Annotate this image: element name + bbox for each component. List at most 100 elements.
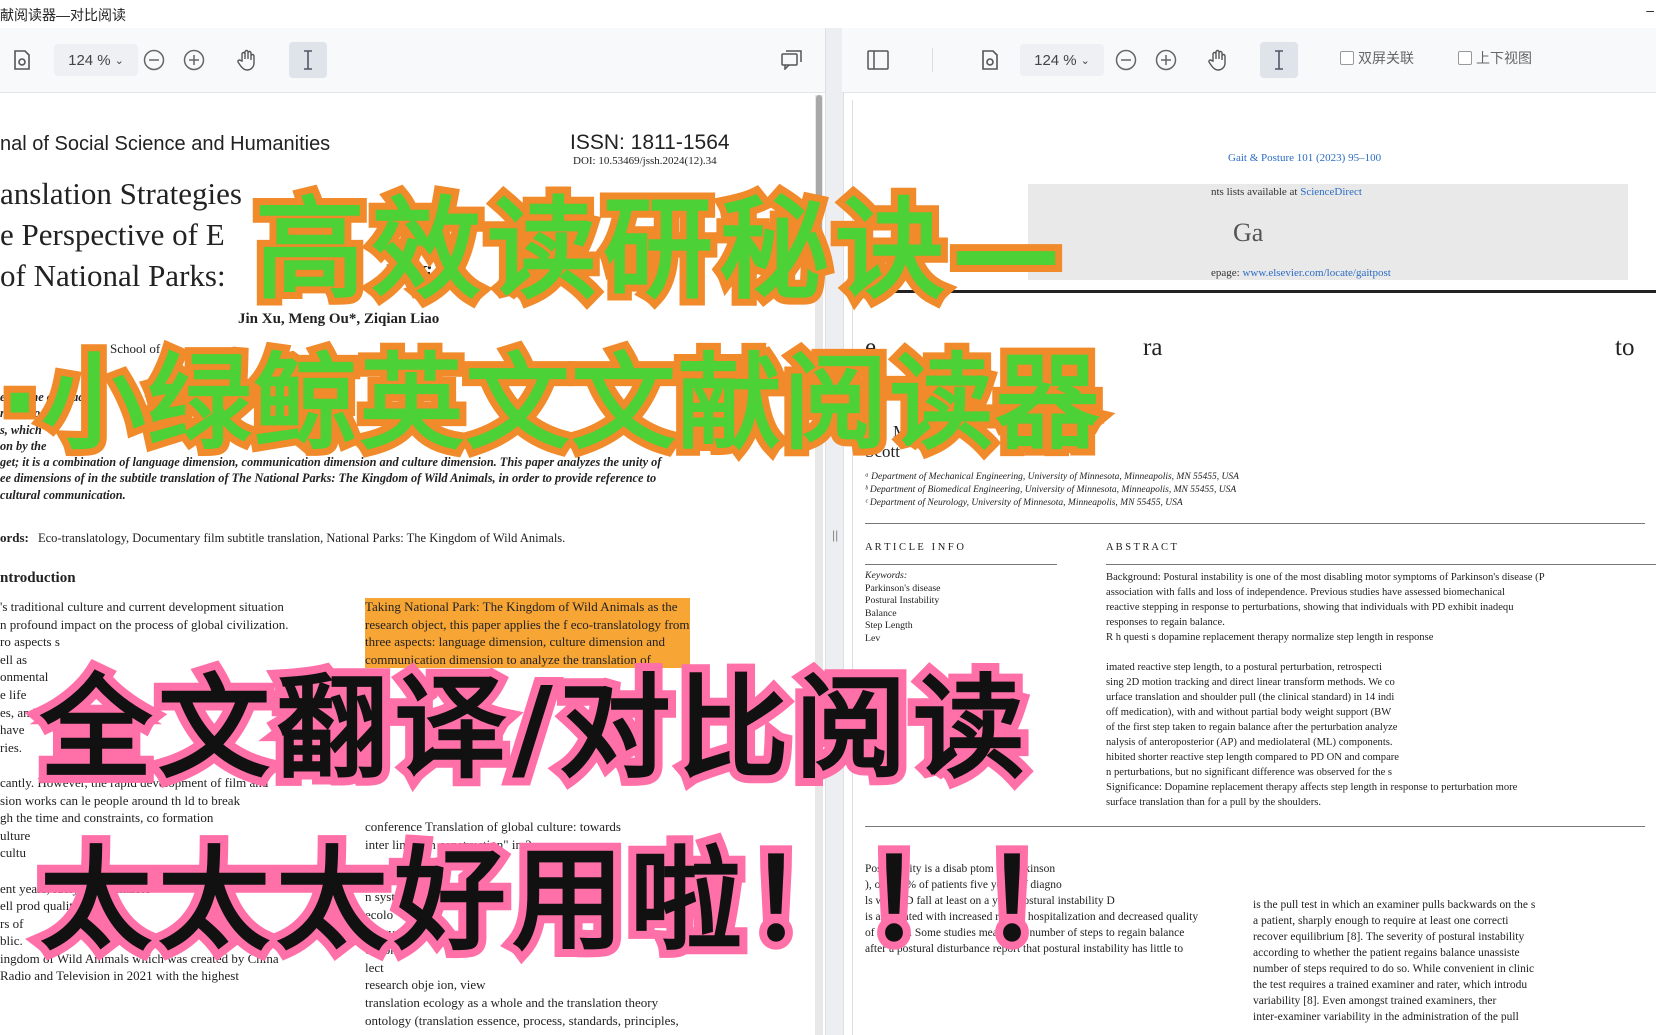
highlighted-line[interactable]: research object, this paper applies the … — [365, 615, 690, 634]
homepage-link[interactable]: www.elsevier.com/locate/gaitpost — [1242, 267, 1390, 279]
hand-tool-icon[interactable] — [231, 44, 263, 76]
page-settings-icon[interactable] — [6, 44, 38, 76]
keywords-list: Keywords: Parkinson's disease Postural I… — [865, 570, 941, 646]
abstract-line — [1106, 645, 1545, 660]
abstract-heading: A B S T R A C T — [1106, 542, 1177, 553]
window-titlebar: 献阅读器—对比阅读 – — [0, 0, 1656, 28]
checkbox-icon — [1458, 51, 1472, 65]
body-column-right: is the pull test in which an examiner pu… — [1253, 897, 1535, 1025]
zoom-in-icon[interactable] — [1150, 44, 1182, 76]
overlay-headline-3: 全文翻译/对比阅读 — [32, 656, 1033, 802]
abstract-rule — [1106, 564, 1656, 565]
abstract-line: n perturbations, but no significant diff… — [1106, 767, 1393, 778]
keyword: Postural Instability — [865, 595, 940, 607]
page-settings-icon[interactable] — [974, 44, 1006, 76]
affiliation-b: ᵇ Department of Biomedical Engineering, … — [865, 485, 1237, 495]
toolbar-separator — [932, 48, 933, 72]
keyword: Balance — [865, 607, 897, 619]
checkbox-icon — [1340, 51, 1354, 65]
abstract-line: nalysis of anteroposterior (AP) and medi… — [1106, 737, 1393, 748]
vertical-view-label: 上下视图 — [1476, 50, 1532, 66]
journal-name: Ga — [1233, 218, 1264, 247]
journal-header-box — [1028, 184, 1628, 280]
text-line: a patient, sharply enough to require at … — [1253, 915, 1509, 927]
zoom-out-icon[interactable] — [1110, 44, 1142, 76]
abstract-line: Background: Postural instability is one … — [1106, 572, 1545, 583]
title-fragment: ra — [1143, 334, 1163, 361]
text-line: according to whether the patient regains… — [1253, 947, 1520, 959]
journal-name: nal of Social Science and Humanities — [0, 133, 331, 155]
text-line: inter-examiner variability in the admini… — [1253, 1011, 1519, 1023]
section-rule — [865, 523, 1645, 524]
paper-title-line3: of National Parks: — [0, 258, 226, 293]
abstract-line: imated reactive step length, to a postur… — [1106, 662, 1382, 673]
homepage-line: epage: www.elsevier.com/locate/gaitpost — [1211, 267, 1391, 279]
highlighted-line[interactable]: Taking National Park: The Kingdom of Wil… — [365, 598, 690, 616]
text-line: recover equilibrium [8]. The severity of… — [1253, 931, 1525, 943]
chevron-down-icon: ⌄ — [114, 54, 124, 67]
right-toolbar: 124 % ⌄ 双屏关联 上下视图 — [842, 28, 1656, 93]
text-line: is the pull test in which an examiner pu… — [1253, 899, 1536, 911]
text-line: research obje ion, view — [365, 977, 486, 993]
abstract-line: hibited shorter reactive step length com… — [1106, 752, 1399, 763]
zoom-value: 124 % — [1034, 51, 1077, 69]
zoom-in-icon[interactable] — [178, 44, 210, 76]
keywords-label: ords: — [0, 530, 29, 545]
text-select-tool-icon[interactable] — [289, 42, 327, 78]
abstract-line: association with falls and loss of indep… — [1106, 587, 1505, 598]
affiliation-c: ᶜ Department of Neurology, University of… — [865, 498, 1183, 508]
journal-reference[interactable]: Gait & Posture 101 (2023) 95–100 — [1228, 152, 1381, 164]
overlay-headline-1: 高效读研秘诀— — [248, 179, 1068, 321]
zoom-select[interactable]: 124 % ⌄ — [1020, 44, 1104, 76]
abstract-line: urface translation and shoulder pull (th… — [1106, 692, 1395, 703]
text-select-tool-icon[interactable] — [1260, 42, 1298, 78]
abstract-line: reactive stepping in response to perturb… — [1106, 602, 1514, 613]
homepage-label: epage: — [1211, 267, 1243, 279]
abstract-line: of the first step taken to regain balanc… — [1106, 722, 1398, 733]
zoom-out-icon[interactable] — [138, 44, 170, 76]
abstract-line: R h questi s dopamine replacement therap… — [1106, 632, 1434, 643]
window-title: 献阅读器—对比阅读 — [0, 7, 126, 23]
abstract-line: off medication), with and without partia… — [1106, 707, 1392, 718]
abstract-line: cultural communication. — [0, 487, 126, 502]
paper-title-line2: e Perspective of E — [0, 217, 225, 252]
abstract-line: surface translation than for a pull by t… — [1106, 797, 1322, 808]
text-line: n profound impact on the process of glob… — [0, 616, 289, 632]
sciencedirect-link[interactable]: ScienceDirect — [1300, 186, 1362, 198]
sync-scroll-label: 双屏关联 — [1358, 50, 1414, 66]
keywords-label: Keywords: — [865, 570, 908, 581]
issn: ISSN: 1811-1564 — [570, 131, 730, 154]
keyword: Parkinson's disease — [865, 582, 941, 594]
hand-tool-icon[interactable] — [1202, 44, 1234, 76]
comments-icon[interactable] — [776, 44, 808, 76]
divider-grip-icon[interactable]: || — [832, 528, 838, 542]
abstract-line: ee dimensions of in the subtitle transla… — [0, 471, 657, 486]
text-line: ontology (translation essence, process, … — [365, 1012, 679, 1028]
sidebar-toggle-icon[interactable] — [862, 44, 894, 76]
text-line: 's traditional culture and current devel… — [0, 599, 284, 614]
abstract-body: Background: Postural instability is one … — [1106, 570, 1545, 810]
vertical-view-checkbox[interactable]: 上下视图 — [1458, 48, 1532, 68]
abstract-line: responses to regain balance. — [1106, 617, 1225, 628]
keyword: Step Length — [865, 620, 913, 632]
zoom-select[interactable]: 124 % ⌄ — [54, 44, 138, 76]
text-line: translation ecology as a whole and the t… — [365, 994, 659, 1010]
article-info-heading: A R T I C L E I N F O — [865, 542, 964, 553]
left-toolbar: 124 % ⌄ — [0, 28, 825, 93]
info-rule — [865, 564, 1057, 565]
zoom-value: 124 % — [68, 51, 111, 69]
paper-title-line1: anslation Strategies — [0, 176, 242, 211]
affiliation-a: ᵃ Department of Mechanical Engineering, … — [865, 472, 1239, 482]
text-line: the test requires a trained examiner and… — [1253, 979, 1528, 991]
title-fragment: to — [1615, 334, 1635, 361]
overlay-headline-2: ·小绿鲸英文文献阅读器 — [0, 335, 1107, 471]
keywords: Eco-translatology, Documentary film subt… — [38, 531, 566, 545]
chevron-down-icon: ⌄ — [1080, 54, 1090, 67]
text-line: number of steps required to do so. While… — [1253, 963, 1535, 975]
sync-scroll-checkbox[interactable]: 双屏关联 — [1340, 48, 1414, 68]
section-heading-introduction: ntroduction — [0, 570, 76, 586]
contents-line: nts lists available at ScienceDirect — [1211, 186, 1362, 198]
abstract-line: Significance: Dopamine replacement thera… — [1106, 782, 1518, 793]
overlay-headline-4: 太太太好用啦！！！ — [32, 828, 1104, 974]
minimize-icon[interactable]: – — [1646, 2, 1654, 18]
